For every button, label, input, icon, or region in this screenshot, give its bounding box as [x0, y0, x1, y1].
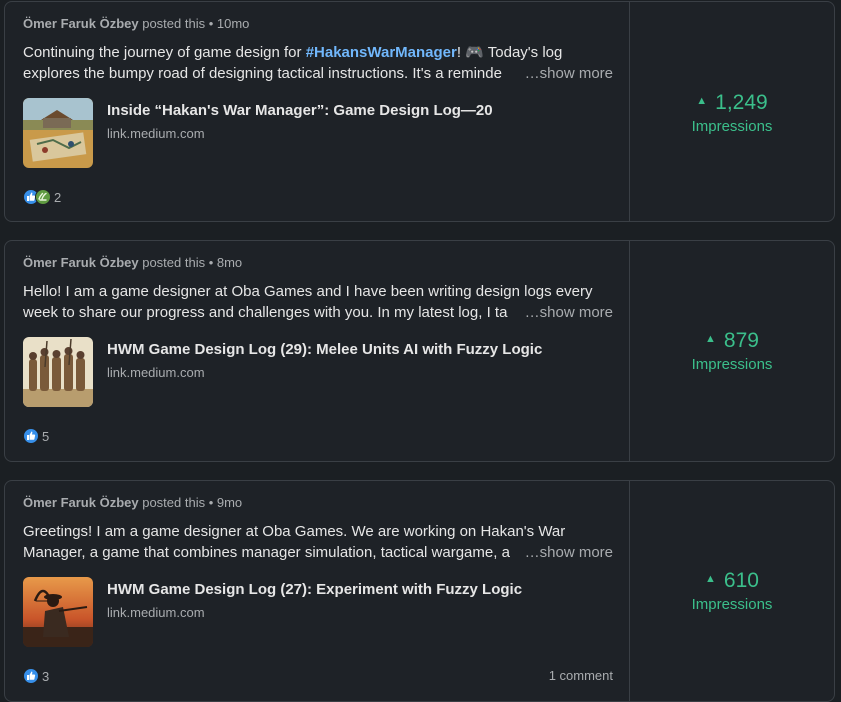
reactions-summary[interactable]: 5 [23, 427, 49, 445]
posted-meta: posted this • 9mo [138, 495, 243, 510]
reaction-count: 5 [42, 428, 50, 444]
post-analytics[interactable]: ▲ 610 Impressions [629, 481, 834, 701]
triangle-up-icon: ▲ [705, 573, 716, 586]
posted-meta: posted this • 8mo [138, 255, 243, 270]
post-text-line: week to share our progress and challenge… [23, 304, 508, 321]
reaction-count: 2 [54, 189, 62, 205]
article-domain: link.medium.com [107, 126, 205, 141]
impressions-label: Impressions [691, 118, 773, 135]
link-preview[interactable]: HWM Game Design Log (27): Experiment wit… [23, 577, 583, 649]
post-header: Ömer Faruk Özbey posted this • 9mo [23, 495, 242, 510]
post-text-line: explores the bumpy road of designing tac… [23, 65, 502, 82]
impressions-label: Impressions [691, 356, 773, 373]
article-title[interactable]: HWM Game Design Log (29): Melee Units AI… [107, 341, 542, 358]
thumbs-up-icon [23, 668, 39, 684]
post-header: Ömer Faruk Özbey posted this • 10mo [23, 16, 249, 31]
post-content: Ömer Faruk Özbey posted this • 10mo Cont… [5, 2, 629, 221]
reaction-count: 3 [42, 668, 50, 684]
author-name[interactable]: Ömer Faruk Özbey [23, 16, 139, 31]
post-text-line: Manager, a game that combines manager si… [23, 544, 510, 561]
post-analytics[interactable]: ▲ 1,249 Impressions [629, 2, 834, 221]
impressions-value: 610 [723, 569, 759, 592]
author-name[interactable]: Ömer Faruk Özbey [23, 495, 139, 510]
post-card[interactable]: Ömer Faruk Özbey posted this • 9mo Greet… [4, 480, 835, 702]
article-domain: link.medium.com [107, 365, 205, 380]
post-header: Ömer Faruk Özbey posted this • 8mo [23, 255, 242, 270]
posted-meta: posted this • 10mo [138, 16, 250, 31]
impressions-stat[interactable]: ▲ 879 Impressions [630, 329, 834, 373]
show-more-button[interactable]: …show more [518, 63, 613, 84]
triangle-up-icon: ▲ [705, 333, 716, 346]
article-domain: link.medium.com [107, 605, 205, 620]
author-name[interactable]: Ömer Faruk Özbey [23, 255, 139, 270]
article-title[interactable]: HWM Game Design Log (27): Experiment wit… [107, 581, 522, 598]
reactions-summary[interactable]: 3 [23, 667, 49, 685]
impressions-stat[interactable]: ▲ 610 Impressions [630, 569, 834, 613]
post-text-line: Hello! I am a game designer at Oba Games… [23, 283, 593, 300]
triangle-up-icon: ▲ [696, 95, 708, 108]
impressions-value: 879 [723, 329, 759, 352]
post-content: Ömer Faruk Özbey posted this • 8mo Hello… [5, 241, 629, 461]
post-card[interactable]: Ömer Faruk Özbey posted this • 10mo Cont… [4, 1, 835, 222]
article-thumbnail[interactable] [23, 337, 93, 407]
support-hands-icon [35, 189, 51, 205]
impressions-label: Impressions [691, 596, 773, 613]
reactions-summary[interactable]: 2 [23, 188, 61, 206]
link-preview[interactable]: HWM Game Design Log (29): Melee Units AI… [23, 337, 583, 409]
show-more-button[interactable]: …show more [518, 542, 613, 563]
article-thumbnail[interactable] [23, 577, 93, 647]
link-preview[interactable]: Inside “Hakan's War Manager”: Game Desig… [23, 98, 583, 170]
comments-count-link[interactable]: 1 comment [549, 668, 613, 683]
post-card[interactable]: Ömer Faruk Özbey posted this • 8mo Hello… [4, 240, 835, 462]
post-content: Ömer Faruk Özbey posted this • 9mo Greet… [5, 481, 629, 701]
thumbs-up-icon [23, 428, 39, 444]
post-text-line: Continuing the journey of game design fo… [23, 44, 306, 61]
post-text-line: ! 🎮 Today's log [456, 44, 563, 61]
post-text-line: Greetings! I am a game designer at Oba G… [23, 523, 566, 540]
impressions-stat[interactable]: ▲ 1,249 Impressions [630, 91, 834, 135]
article-thumbnail[interactable] [23, 98, 93, 168]
impressions-value: 1,249 [715, 91, 768, 114]
article-title[interactable]: Inside “Hakan's War Manager”: Game Desig… [107, 102, 493, 119]
show-more-button[interactable]: …show more [518, 302, 613, 323]
post-analytics[interactable]: ▲ 879 Impressions [629, 241, 834, 461]
hashtag-link[interactable]: #HakansWarManager [306, 44, 457, 61]
